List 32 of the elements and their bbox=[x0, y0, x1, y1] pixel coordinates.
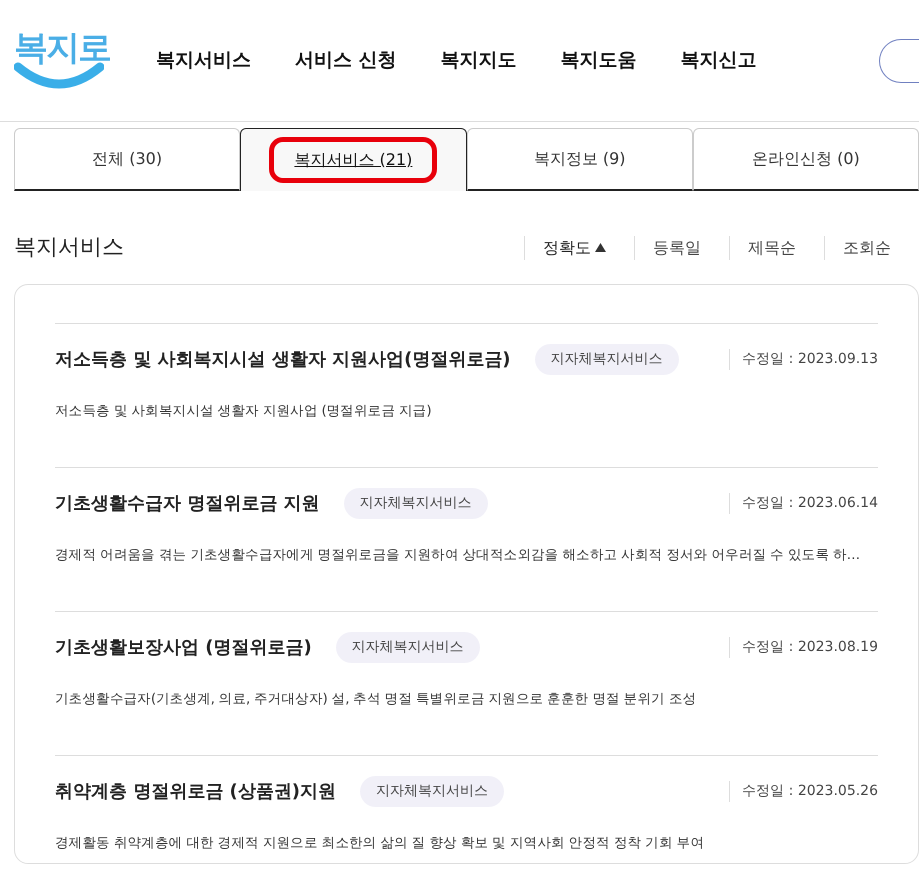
result-title[interactable]: 기초생활수급자 명절위로금 지원 bbox=[55, 490, 320, 517]
result-title[interactable]: 기초생활보장사업 (명절위로금) bbox=[55, 634, 312, 661]
menu-button[interactable] bbox=[879, 38, 919, 82]
result-description: 저소득층 및 사회복지시설 생활자 지원사업 (명절위로금 지급) bbox=[55, 402, 432, 421]
nav-link[interactable]: 복지지도 bbox=[440, 46, 517, 75]
tab[interactable]: 복지정보 (9) bbox=[466, 128, 693, 191]
modified-date: 수정일 : 2023.08.19 bbox=[729, 637, 878, 658]
category-tag: 지자체복지서비스 bbox=[534, 344, 679, 375]
tab[interactable]: 온라인신청 (0) bbox=[692, 128, 919, 191]
result-title[interactable]: 취약계층 명절위로금 (상품권)지원 bbox=[55, 778, 336, 805]
nav-link[interactable]: 복지도움 bbox=[560, 46, 637, 75]
nav-link[interactable]: 서비스 신청 bbox=[295, 46, 397, 75]
sort-option[interactable]: 제목순 bbox=[729, 236, 824, 260]
category-tag: 지자체복지서비스 bbox=[360, 776, 504, 807]
category-tag: 지자체복지서비스 bbox=[336, 632, 480, 663]
category-tag: 지자체복지서비스 bbox=[344, 488, 488, 519]
result-description: 경제적 어려움을 겪는 기초생활수급자에게 명절위로금을 지원하여 상대적소외감을 해소하고 사회적 정서와 어우러질 수 있도록 하… bbox=[55, 546, 861, 565]
result-description: 경제활동 취약계층에 대한 경제적 지원으로 최소한의 삶의 질 향상 확보 및 지역사회 안정적 정착 기회 부여 bbox=[55, 834, 705, 853]
sort-option[interactable]: 정확도 bbox=[524, 236, 634, 260]
modified-date: 수정일 : 2023.05.26 bbox=[729, 781, 878, 802]
modified-date: 수정일 : 2023.06.14 bbox=[729, 493, 878, 514]
tab[interactable]: 복지서비스 (21) bbox=[240, 128, 466, 191]
tab[interactable]: 전체 (30) bbox=[14, 128, 240, 191]
sort-option[interactable]: 조회순 bbox=[824, 236, 919, 260]
nav-link[interactable]: 복지신고 bbox=[680, 46, 757, 75]
nav-link[interactable]: 복지서비스 bbox=[156, 46, 251, 75]
result-description: 기초생활수급자(기초생계, 의료, 주거대상자) 설, 추석 명절 특별위로금 지원으로 훈훈한 명절 분위기 조성 bbox=[55, 690, 698, 709]
modified-date: 수정일 : 2023.09.13 bbox=[729, 349, 878, 370]
sort-up-icon bbox=[595, 243, 606, 252]
section-title: 복지서비스 bbox=[14, 234, 124, 262]
sort-option[interactable]: 등록일 bbox=[634, 236, 729, 260]
result-title[interactable]: 저소득층 및 사회복지시설 생활자 지원사업(명절위로금) bbox=[55, 346, 511, 373]
